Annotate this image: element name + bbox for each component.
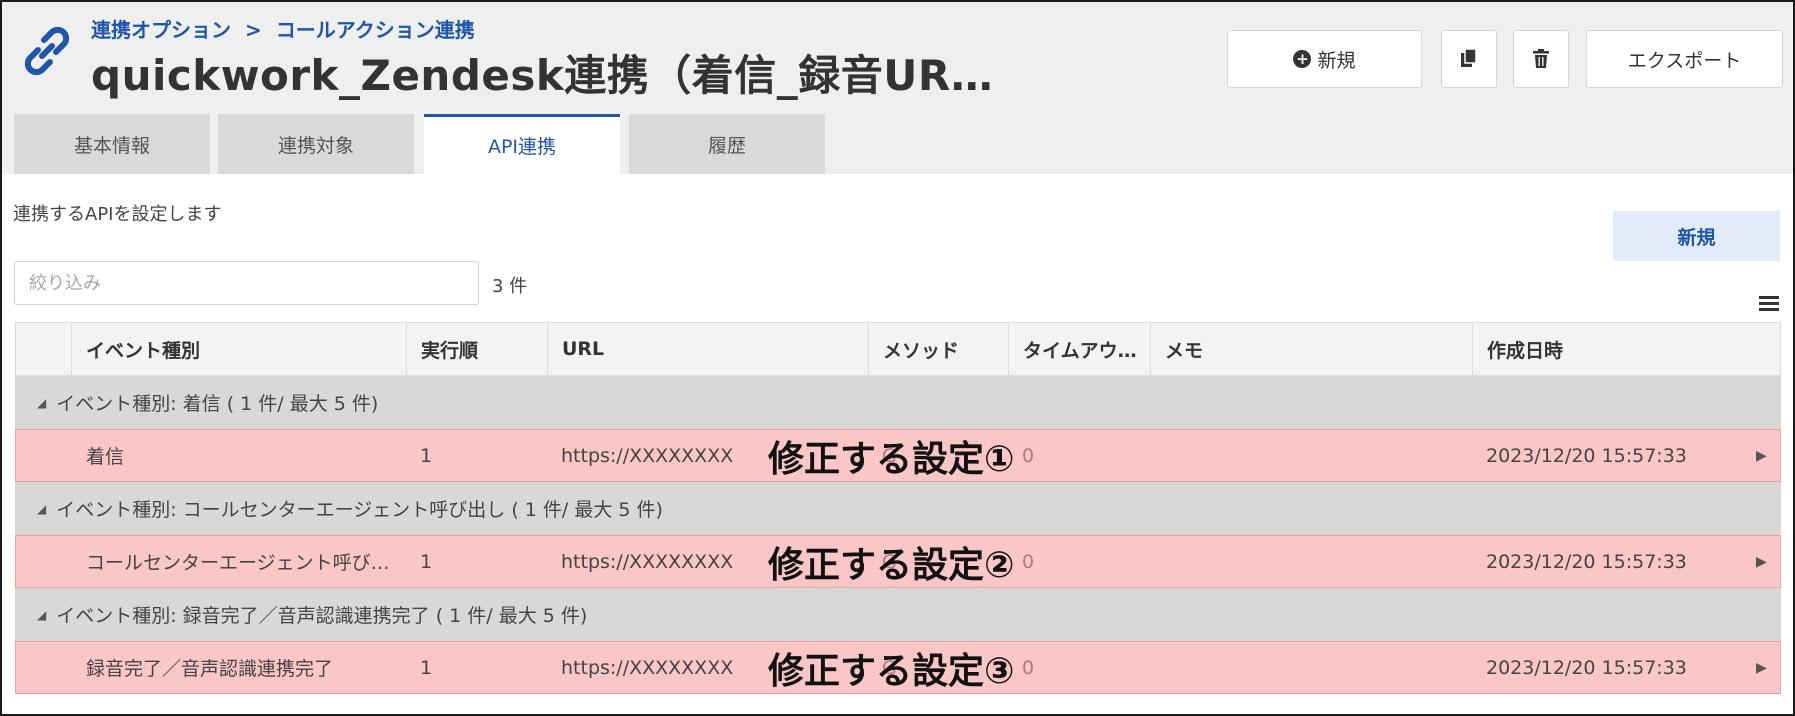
new-button-label: 新規 xyxy=(1317,49,1356,72)
cell-timeout: 0 xyxy=(1022,656,1035,679)
annotation-label: 修正する設定② xyxy=(768,544,1015,586)
cell-timeout: 0 xyxy=(1022,444,1035,467)
group-header-agent-call[interactable]: ◢ イベント種別: コールセンターエージェント呼び出し ( 1 件/ 最大 5 … xyxy=(15,482,1781,535)
group-header-recording-complete[interactable]: ◢ イベント種別: 録音完了／音声認識連携完了 ( 1 件/ 最大 5 件) xyxy=(15,588,1781,641)
tab-history[interactable]: 履歴 xyxy=(629,114,825,174)
tab-label: 履歴 xyxy=(707,134,746,157)
breadcrumb-current-link[interactable]: コールアクション連携 xyxy=(276,18,475,42)
app-frame: 連携オプション > コールアクション連携 quickwork_Zendesk連携（着… xyxy=(0,0,1795,716)
table-row[interactable]: 録音完了／音声認識連携完了 1 https://XXXXXXXX G 0 202… xyxy=(15,641,1781,694)
cell-url: https://XXXXXXXX xyxy=(561,444,734,467)
collapse-triangle-icon: ◢ xyxy=(37,501,47,516)
breadcrumb-parent-link[interactable]: 連携オプション xyxy=(91,18,231,42)
breadcrumb: 連携オプション > コールアクション連携 xyxy=(91,14,475,43)
group-label: イベント種別: 録音完了／音声認識連携完了 ( 1 件/ 最大 5 件) xyxy=(56,605,588,627)
filter-input[interactable] xyxy=(14,261,479,305)
page-title: quickwork_Zendesk連携（着信_録音UR… xyxy=(91,51,994,100)
cell-created: 2023/12/20 15:57:33 xyxy=(1486,656,1687,679)
plus-circle-icon: + xyxy=(1293,50,1312,68)
table-row[interactable]: コールセンターエージェント呼び… 1 https://XXXXXXXX G 0 … xyxy=(15,535,1781,588)
column-header-event[interactable]: イベント種別 xyxy=(71,323,406,375)
api-table: イベント種別 実行順 URL メソッド タイムアウ… メモ 作成日時 ◢ イベン… xyxy=(15,322,1781,694)
row-expand-arrow-icon[interactable]: ▶ xyxy=(1756,430,1767,481)
cell-url: https://XXXXXXXX xyxy=(561,656,734,679)
cell-event: コールセンターエージェント呼び… xyxy=(86,552,390,574)
cell-created: 2023/12/20 15:57:33 xyxy=(1486,550,1687,573)
column-header-url[interactable]: URL xyxy=(547,323,868,375)
cell-event: 着信 xyxy=(86,446,125,468)
cell-event: 録音完了／音声認識連携完了 xyxy=(86,658,334,680)
column-header-method[interactable]: メソッド xyxy=(868,323,1008,375)
delete-button[interactable] xyxy=(1513,30,1569,88)
group-label: イベント種別: 着信 ( 1 件/ 最大 5 件) xyxy=(56,393,379,415)
copy-button[interactable] xyxy=(1441,30,1497,88)
row-expand-arrow-icon[interactable]: ▶ xyxy=(1756,536,1767,587)
cell-created: 2023/12/20 15:57:33 xyxy=(1486,444,1687,467)
select-column-header[interactable] xyxy=(16,323,71,375)
add-api-button[interactable]: 新規 xyxy=(1613,211,1780,261)
column-header-order[interactable]: 実行順 xyxy=(406,323,547,375)
tab-api-link[interactable]: API連携 xyxy=(424,114,620,174)
column-header-memo[interactable]: メモ xyxy=(1150,323,1472,375)
tab-label: 連携対象 xyxy=(277,134,354,157)
group-header-incoming[interactable]: ◢ イベント種別: 着信 ( 1 件/ 最大 5 件) xyxy=(15,376,1781,429)
export-button[interactable]: エクスポート xyxy=(1586,30,1783,88)
cell-timeout: 0 xyxy=(1022,550,1035,573)
new-button[interactable]: + 新規 xyxy=(1227,30,1422,88)
row-expand-arrow-icon[interactable]: ▶ xyxy=(1756,642,1767,693)
export-button-label: エクスポート xyxy=(1627,49,1742,72)
collapse-triangle-icon: ◢ xyxy=(37,395,47,410)
cell-order: 1 xyxy=(420,656,433,679)
annotation-label: 修正する設定① xyxy=(768,438,1015,480)
tab-basic-info[interactable]: 基本情報 xyxy=(14,114,210,174)
copy-icon xyxy=(1461,48,1477,67)
table-row[interactable]: 着信 1 https://XXXXXXXX G 0 2023/12/20 15:… xyxy=(15,429,1781,482)
tab-label: 基本情報 xyxy=(73,134,150,157)
result-count: 3 件 xyxy=(492,276,528,297)
column-header-created[interactable]: 作成日時 xyxy=(1472,323,1782,375)
tab-label: API連携 xyxy=(487,136,557,158)
cell-order: 1 xyxy=(420,550,433,573)
trash-icon xyxy=(1533,49,1549,68)
group-label: イベント種別: コールセンターエージェント呼び出し ( 1 件/ 最大 5 件) xyxy=(56,499,663,521)
annotation-label: 修正する設定③ xyxy=(768,650,1015,692)
tab-link-target[interactable]: 連携対象 xyxy=(218,114,414,174)
cell-order: 1 xyxy=(420,444,433,467)
cell-url: https://XXXXXXXX xyxy=(561,550,734,573)
table-header: イベント種別 実行順 URL メソッド タイムアウ… メモ 作成日時 xyxy=(15,322,1781,376)
link-icon xyxy=(24,26,70,76)
page-header: 連携オプション > コールアクション連携 quickwork_Zendesk連携（着… xyxy=(2,2,1793,114)
api-link-panel: 連携するAPIを設定します 新規 3 件 イベント種別 実行順 URL メソッド… xyxy=(2,174,1793,714)
collapse-triangle-icon: ◢ xyxy=(37,607,47,622)
breadcrumb-separator: > xyxy=(245,18,262,42)
column-header-timeout[interactable]: タイムアウ… xyxy=(1008,323,1150,375)
panel-description: 連携するAPIを設定します xyxy=(13,204,222,225)
column-menu-icon[interactable] xyxy=(1759,296,1779,312)
